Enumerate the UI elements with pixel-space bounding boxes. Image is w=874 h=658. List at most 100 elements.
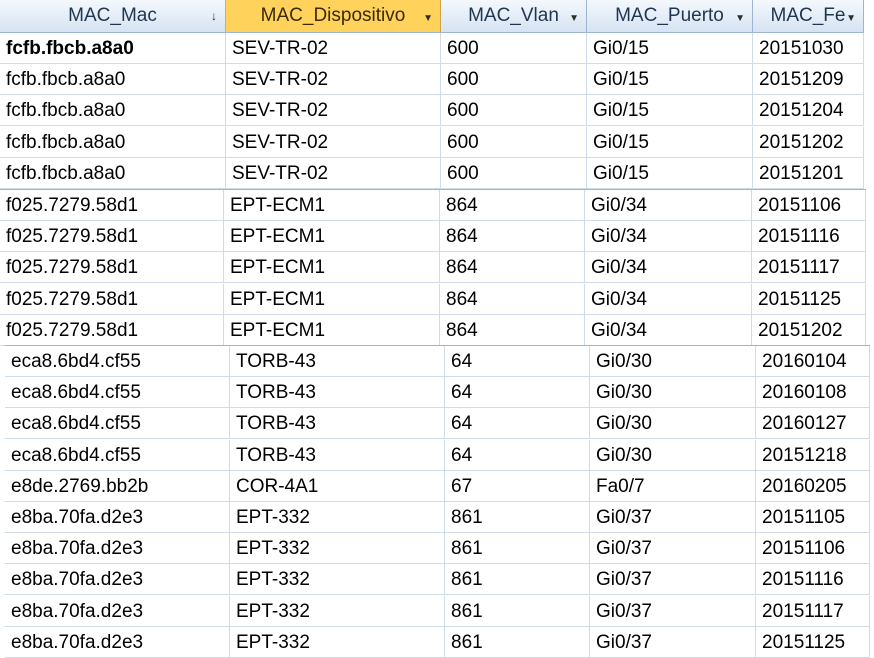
cell-mac-dispositivo[interactable]: EPT-ECM1: [224, 252, 440, 283]
column-header-mac-dispositivo[interactable]: MAC_Dispositivo ▼: [226, 0, 441, 33]
cell-mac-vlan[interactable]: 864: [440, 315, 585, 346]
cell-mac-mac[interactable]: eca8.6bd4.cf55: [5, 408, 230, 439]
table-row[interactable]: fcfb.fbcb.a8a0 SEV-TR-02 600 Gi0/15 20151030: [0, 33, 874, 64]
cell-mac-vlan[interactable]: 861: [445, 596, 590, 627]
cell-mac-puerto[interactable]: Gi0/34: [585, 252, 752, 283]
cell-mac-puerto[interactable]: Gi0/15: [587, 127, 753, 158]
cell-mac-mac[interactable]: fcfb.fbcb.a8a0: [0, 127, 226, 158]
cell-mac-vlan[interactable]: 64: [445, 346, 590, 377]
table-row[interactable]: eca8.6bd4.cf55 TORB-43 64 Gi0/30 20160104: [0, 346, 874, 377]
cell-mac-fe[interactable]: 20160127: [756, 408, 870, 439]
cell-mac-fe[interactable]: 20151117: [752, 252, 866, 283]
cell-mac-mac[interactable]: e8ba.70fa.d2e3: [5, 502, 230, 533]
cell-mac-mac[interactable]: f025.7279.58d1: [0, 252, 224, 283]
cell-mac-mac[interactable]: f025.7279.58d1: [0, 315, 224, 346]
table-row[interactable]: eca8.6bd4.cf55 TORB-43 64 Gi0/30 20160108: [0, 377, 874, 408]
cell-mac-fe[interactable]: 20151105: [756, 502, 870, 533]
cell-mac-mac[interactable]: e8ba.70fa.d2e3: [5, 533, 230, 564]
cell-mac-fe[interactable]: 20151202: [753, 127, 864, 158]
dropdown-arrow-icon[interactable]: ▼: [846, 13, 856, 24]
cell-mac-vlan[interactable]: 861: [445, 533, 590, 564]
cell-mac-mac[interactable]: fcfb.fbcb.a8a0: [0, 33, 226, 64]
dropdown-arrow-icon[interactable]: ▼: [423, 13, 433, 24]
cell-mac-puerto[interactable]: Gi0/37: [590, 533, 756, 564]
cell-mac-dispositivo[interactable]: TORB-43: [230, 408, 445, 439]
table-row[interactable]: eca8.6bd4.cf55 TORB-43 64 Gi0/30 20160127: [0, 408, 874, 439]
cell-mac-dispositivo[interactable]: EPT-ECM1: [224, 315, 440, 346]
cell-mac-puerto[interactable]: Gi0/15: [587, 64, 753, 95]
cell-mac-vlan[interactable]: 64: [445, 408, 590, 439]
column-header-mac-puerto[interactable]: MAC_Puerto ▼: [587, 0, 753, 33]
cell-mac-dispositivo[interactable]: SEV-TR-02: [226, 127, 441, 158]
cell-mac-dispositivo[interactable]: EPT-332: [230, 533, 445, 564]
column-header-mac-mac[interactable]: MAC_Mac ↓: [0, 0, 226, 33]
cell-mac-puerto[interactable]: Gi0/37: [590, 502, 756, 533]
table-row[interactable]: e8ba.70fa.d2e3 EPT-332 861 Gi0/37 20151117: [0, 596, 874, 627]
table-row[interactable]: eca8.6bd4.cf55 TORB-43 64 Gi0/30 20151218: [0, 440, 874, 471]
cell-mac-dispositivo[interactable]: TORB-43: [230, 377, 445, 408]
cell-mac-puerto[interactable]: Gi0/34: [585, 190, 752, 221]
cell-mac-vlan[interactable]: 864: [440, 221, 585, 252]
cell-mac-fe[interactable]: 20151116: [756, 564, 870, 595]
cell-mac-mac[interactable]: eca8.6bd4.cf55: [5, 346, 230, 377]
table-row[interactable]: e8ba.70fa.d2e3 EPT-332 861 Gi0/37 20151106: [0, 533, 874, 564]
table-row[interactable]: fcfb.fbcb.a8a0 SEV-TR-02 600 Gi0/15 20151209: [0, 64, 874, 95]
cell-mac-dispositivo[interactable]: EPT-332: [230, 502, 445, 533]
cell-mac-fe[interactable]: 20160104: [756, 346, 870, 377]
cell-mac-fe[interactable]: 20160108: [756, 377, 870, 408]
cell-mac-vlan[interactable]: 600: [441, 127, 587, 158]
cell-mac-puerto[interactable]: Gi0/15: [587, 158, 753, 189]
table-row[interactable]: fcfb.fbcb.a8a0 SEV-TR-02 600 Gi0/15 20151204: [0, 95, 874, 126]
cell-mac-vlan[interactable]: 864: [440, 284, 585, 315]
cell-mac-fe[interactable]: 20151125: [756, 627, 870, 658]
dropdown-arrow-icon[interactable]: ▼: [569, 13, 579, 24]
cell-mac-mac[interactable]: e8de.2769.bb2b: [5, 471, 230, 502]
cell-mac-fe[interactable]: 20151117: [756, 596, 870, 627]
cell-mac-dispositivo[interactable]: EPT-332: [230, 627, 445, 658]
cell-mac-vlan[interactable]: 864: [440, 252, 585, 283]
table-row[interactable]: fcfb.fbcb.a8a0 SEV-TR-02 600 Gi0/15 20151201: [0, 158, 874, 189]
table-row[interactable]: e8ba.70fa.d2e3 EPT-332 861 Gi0/37 20151105: [0, 502, 874, 533]
cell-mac-puerto[interactable]: Gi0/15: [587, 33, 753, 64]
cell-mac-mac[interactable]: e8ba.70fa.d2e3: [5, 564, 230, 595]
cell-mac-puerto[interactable]: Gi0/15: [587, 95, 753, 126]
cell-mac-fe[interactable]: 20151202: [752, 315, 866, 346]
cell-mac-dispositivo[interactable]: EPT-332: [230, 596, 445, 627]
cell-mac-vlan[interactable]: 864: [440, 190, 585, 221]
table-row[interactable]: e8ba.70fa.d2e3 EPT-332 861 Gi0/37 20151116: [0, 564, 874, 595]
cell-mac-puerto[interactable]: Gi0/30: [590, 377, 756, 408]
cell-mac-mac[interactable]: fcfb.fbcb.a8a0: [0, 64, 226, 95]
cell-mac-vlan[interactable]: 64: [445, 377, 590, 408]
cell-mac-vlan[interactable]: 600: [441, 64, 587, 95]
cell-mac-vlan[interactable]: 600: [441, 95, 587, 126]
cell-mac-dispositivo[interactable]: SEV-TR-02: [226, 95, 441, 126]
cell-mac-puerto[interactable]: Gi0/37: [590, 564, 756, 595]
cell-mac-puerto[interactable]: Gi0/30: [590, 440, 756, 471]
cell-mac-puerto[interactable]: Gi0/37: [590, 627, 756, 658]
table-row[interactable]: f025.7279.58d1 EPT-ECM1 864 Gi0/34 20151117: [0, 252, 874, 283]
cell-mac-vlan[interactable]: 861: [445, 564, 590, 595]
cell-mac-dispositivo[interactable]: TORB-43: [230, 346, 445, 377]
cell-mac-mac[interactable]: eca8.6bd4.cf55: [5, 377, 230, 408]
cell-mac-mac[interactable]: e8ba.70fa.d2e3: [5, 627, 230, 658]
cell-mac-mac[interactable]: f025.7279.58d1: [0, 190, 224, 221]
table-row[interactable]: f025.7279.58d1 EPT-ECM1 864 Gi0/34 20151106: [0, 190, 874, 221]
cell-mac-puerto[interactable]: Gi0/34: [585, 315, 752, 346]
table-row[interactable]: f025.7279.58d1 EPT-ECM1 864 Gi0/34 20151116: [0, 221, 874, 252]
cell-mac-mac[interactable]: e8ba.70fa.d2e3: [5, 596, 230, 627]
cell-mac-puerto[interactable]: Gi0/34: [585, 221, 752, 252]
cell-mac-vlan[interactable]: 861: [445, 502, 590, 533]
cell-mac-dispositivo[interactable]: SEV-TR-02: [226, 158, 441, 189]
cell-mac-dispositivo[interactable]: EPT-ECM1: [224, 190, 440, 221]
cell-mac-dispositivo[interactable]: SEV-TR-02: [226, 64, 441, 95]
cell-mac-fe[interactable]: 20151125: [752, 284, 866, 315]
cell-mac-vlan[interactable]: 600: [441, 33, 587, 64]
cell-mac-dispositivo[interactable]: SEV-TR-02: [226, 33, 441, 64]
cell-mac-dispositivo[interactable]: COR-4A1: [230, 471, 445, 502]
cell-mac-puerto[interactable]: Gi0/37: [590, 596, 756, 627]
cell-mac-puerto[interactable]: Gi0/30: [590, 346, 756, 377]
dropdown-arrow-icon[interactable]: ▼: [735, 13, 745, 24]
cell-mac-fe[interactable]: 20151106: [756, 533, 870, 564]
column-header-mac-fe[interactable]: MAC_Fe ▼: [753, 0, 864, 33]
cell-mac-fe[interactable]: 20151201: [753, 158, 864, 189]
